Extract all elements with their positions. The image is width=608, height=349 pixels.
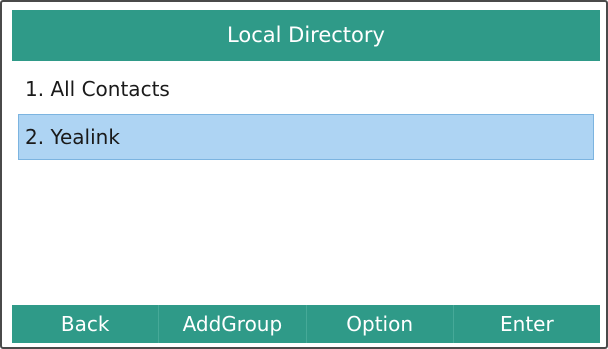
enter-button[interactable]: Enter xyxy=(454,305,600,343)
add-group-button[interactable]: AddGroup xyxy=(159,305,307,343)
back-button[interactable]: Back xyxy=(12,305,160,343)
list-item-yealink[interactable]: 2. Yealink xyxy=(18,114,594,160)
page-title: Local Directory xyxy=(12,10,600,61)
list-item-all-contacts[interactable]: 1. All Contacts xyxy=(18,66,594,112)
directory-list: 1. All Contacts 2. Yealink xyxy=(12,61,600,296)
softkey-bar: Back AddGroup Option Enter xyxy=(12,305,600,343)
phone-display-frame: Local Directory 1. All Contacts 2. Yeali… xyxy=(0,0,608,349)
phone-screen: Local Directory 1. All Contacts 2. Yeali… xyxy=(12,10,600,343)
option-button[interactable]: Option xyxy=(307,305,454,343)
